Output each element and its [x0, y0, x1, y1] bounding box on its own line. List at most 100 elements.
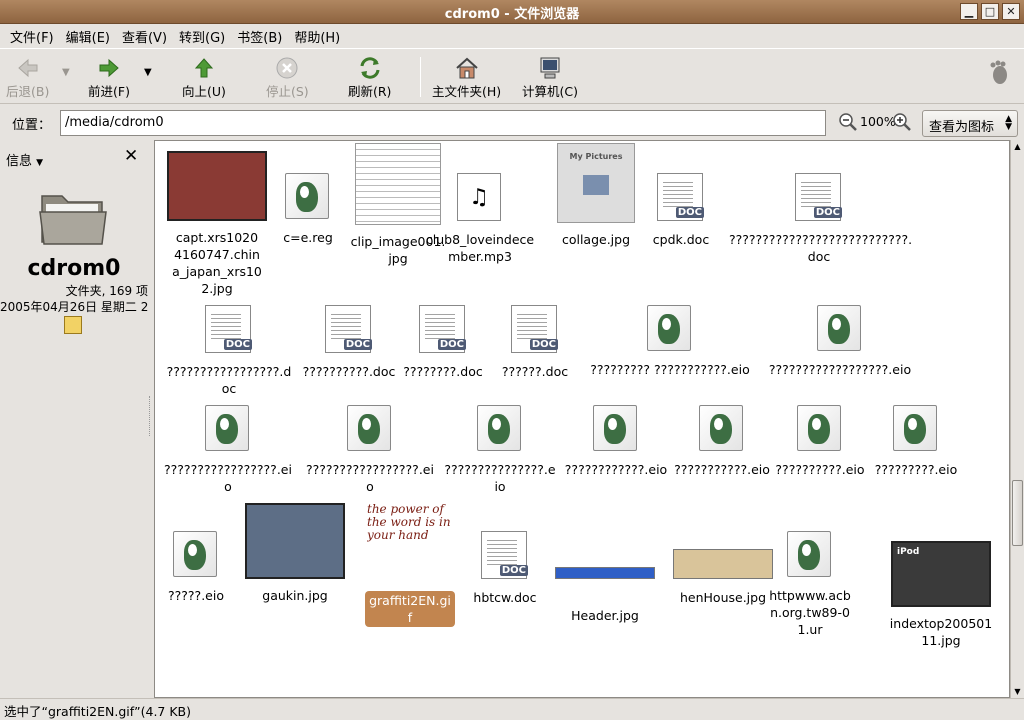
- back-arrow-icon: [13, 55, 43, 81]
- back-label: 后退(B): [6, 84, 50, 99]
- stop-icon: [272, 55, 302, 81]
- gnome-file-icon: [787, 531, 833, 579]
- location-label: 位置：: [12, 118, 52, 133]
- computer-icon: [535, 55, 565, 81]
- document-icon: DOC: [419, 305, 467, 355]
- audio-file-icon: ♫: [457, 173, 503, 223]
- stop-button[interactable]: 停止(S): [266, 55, 309, 100]
- file-name: gaukin.jpg: [262, 588, 328, 603]
- document-icon: DOC: [325, 305, 373, 355]
- gnome-file-icon: [347, 405, 393, 453]
- file-name: ?????????????????.eio: [164, 462, 292, 494]
- file-name: club8_loveindecember.mp3: [425, 232, 535, 264]
- file-name: Header.jpg: [571, 608, 639, 623]
- forward-arrow-icon: [94, 55, 124, 81]
- file-name: graffiti2EN.gif: [365, 591, 455, 627]
- home-icon: [452, 55, 482, 81]
- close-icon[interactable]: ✕: [124, 146, 138, 166]
- folder-icon: [38, 186, 108, 252]
- menu-edit[interactable]: 编辑(E): [60, 24, 116, 48]
- minimize-button[interactable]: ▁: [960, 3, 978, 20]
- zoom-in-icon[interactable]: [892, 112, 912, 132]
- scroll-down-icon[interactable]: ▼: [1012, 687, 1023, 696]
- image-thumbnail: My Pictures: [557, 143, 635, 223]
- sidebar: 信息 ▼ ✕ cdrom0 文件夹, 169 项 2005年04月26日 星期二…: [0, 140, 148, 698]
- menu-file[interactable]: 文件(F): [4, 24, 60, 48]
- computer-label: 计算机(C): [522, 84, 578, 99]
- reload-icon: [355, 55, 385, 81]
- file-name: ??????????.doc: [302, 364, 396, 379]
- file-name: ?????.eio: [168, 588, 224, 603]
- file-name: ??????.doc: [501, 364, 569, 379]
- menu-view[interactable]: 查看(V): [116, 24, 173, 48]
- menu-go[interactable]: 转到(G): [173, 24, 231, 48]
- updown-arrow-icon: ▲ ▼: [1005, 114, 1012, 132]
- forward-history-dropdown[interactable]: ▼: [144, 67, 152, 78]
- location-bar: 位置： /media/cdrom0 100% 查看为图标 ▲ ▼: [0, 104, 1024, 140]
- computer-button[interactable]: 计算机(C): [522, 55, 578, 100]
- file-name: capt.xrs10204160747.china_japan_xrs102.j…: [172, 230, 262, 296]
- thumbnail-caption: My Pictures: [569, 152, 623, 161]
- file-name: ????????????.eio: [564, 462, 668, 477]
- image-thumbnail: [167, 151, 267, 221]
- gnome-file-icon: [699, 405, 745, 453]
- document-icon: DOC: [657, 173, 705, 223]
- file-name: httpwww.acbn.org.tw89-01.ur: [769, 588, 851, 637]
- file-icon-view[interactable]: capt.xrs10204160747.china_japan_xrs102.j…: [154, 140, 1010, 698]
- image-thumbnail: [555, 567, 655, 599]
- file-name: ??????????.eio: [775, 462, 865, 477]
- home-label: 主文件夹(H): [432, 84, 502, 99]
- gnome-file-icon: [285, 173, 331, 221]
- view-mode-select[interactable]: 查看为图标 ▲ ▼: [922, 110, 1018, 137]
- menu-bookmarks[interactable]: 书签(B): [231, 24, 288, 48]
- chevron-down-icon: ▼: [62, 67, 70, 78]
- reload-button[interactable]: 刷新(R): [348, 55, 391, 100]
- scroll-up-icon[interactable]: ▲: [1012, 142, 1023, 151]
- sidebar-title: cdrom0: [27, 256, 121, 281]
- file-name: ?????????????????.eio: [306, 462, 434, 494]
- gnome-foot-icon: [984, 59, 1014, 85]
- image-thumbnail: the power of the word is in your hand: [367, 503, 453, 583]
- stop-label: 停止(S): [266, 84, 309, 99]
- sidebar-date: 2005年04月26日 星期二 2: [0, 300, 148, 314]
- file-name: ????????? ???????????.eio: [590, 362, 750, 377]
- home-button[interactable]: 主文件夹(H): [432, 55, 501, 100]
- thumbnail-caption: the power of the word is in your hand: [367, 503, 451, 542]
- file-name: indextop20050111.jpg: [889, 616, 993, 648]
- up-button[interactable]: 向上(U): [182, 55, 226, 100]
- sidebar-item-count: 文件夹, 169 项: [65, 284, 148, 298]
- back-history-dropdown[interactable]: ▼: [62, 67, 70, 78]
- image-thumbnail: [355, 143, 441, 225]
- scrollbar-thumb[interactable]: [1012, 480, 1023, 546]
- gnome-file-icon: [647, 305, 693, 353]
- gnome-file-icon: [817, 305, 863, 353]
- vertical-scrollbar[interactable]: ▲ ▼: [1010, 140, 1024, 698]
- menu-help[interactable]: 帮助(H): [288, 24, 346, 48]
- file-name: ?????????.eio: [874, 462, 958, 477]
- zoom-out-icon[interactable]: [838, 112, 858, 132]
- file-name: ???????????????????????????.doc: [729, 232, 913, 264]
- forward-label: 前进(F): [88, 84, 130, 99]
- forward-button[interactable]: 前进(F): [88, 55, 130, 100]
- zoom-level[interactable]: 100%: [860, 114, 896, 129]
- up-label: 向上(U): [182, 84, 226, 99]
- status-bar: 选中了“graffiti2EN.gif”(4.7 KB): [0, 698, 1024, 719]
- chevron-down-icon: ▼: [36, 158, 44, 168]
- maximize-button[interactable]: □: [981, 3, 999, 20]
- window-title: cdrom0 - 文件浏览器: [444, 7, 580, 22]
- up-arrow-icon: [189, 55, 219, 81]
- back-button[interactable]: 后退(B): [6, 55, 49, 100]
- close-window-button[interactable]: ✕: [1002, 3, 1020, 20]
- location-input[interactable]: /media/cdrom0: [60, 110, 826, 136]
- sidebar-selector[interactable]: 信息 ▼: [6, 150, 43, 169]
- gnome-file-icon: [205, 405, 251, 453]
- view-mode-value: 查看为图标: [929, 120, 995, 135]
- thumbnail-caption: iPod: [897, 547, 920, 557]
- file-name: ???????????.eio: [674, 462, 770, 477]
- document-icon: DOC: [795, 173, 843, 223]
- image-thumbnail: [245, 503, 345, 579]
- gnome-file-icon: [797, 405, 843, 453]
- file-name: ????????.doc: [403, 364, 483, 379]
- gnome-file-icon: [593, 405, 639, 453]
- menu-bar: 文件(F) 编辑(E) 查看(V) 转到(G) 书签(B) 帮助(H): [0, 24, 1024, 48]
